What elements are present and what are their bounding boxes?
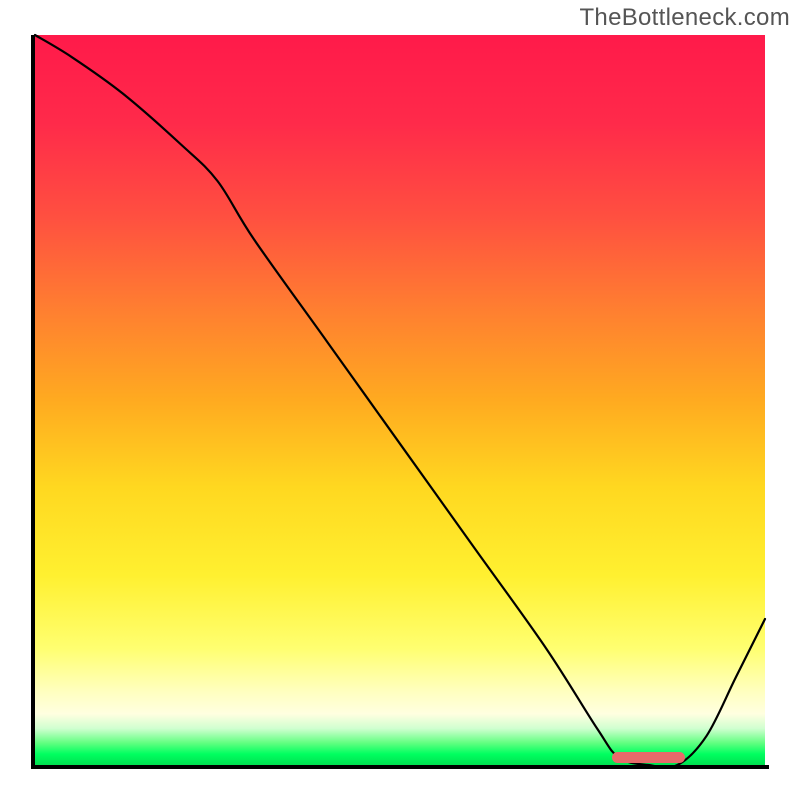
chart-container: TheBottleneck.com [0, 0, 800, 800]
line-series [35, 35, 765, 765]
bottleneck-curve-path [35, 35, 765, 767]
optimal-range-marker [612, 752, 685, 763]
watermark-text: TheBottleneck.com [579, 4, 790, 32]
